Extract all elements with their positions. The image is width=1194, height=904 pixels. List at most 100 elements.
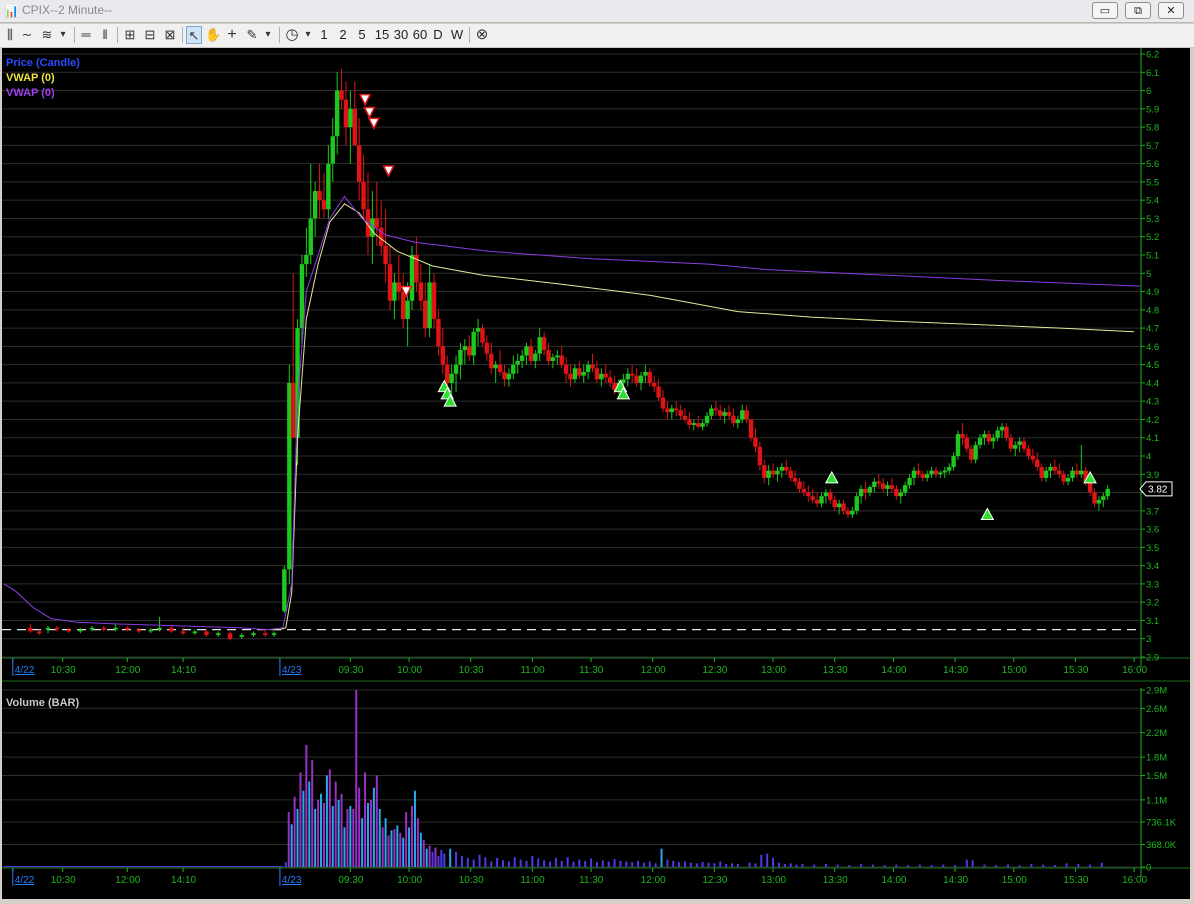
volume-bar (314, 809, 317, 867)
candle-body (1021, 441, 1027, 449)
candle-body (334, 90, 340, 137)
candle-body (748, 419, 754, 438)
candle-body (204, 631, 209, 636)
period-day-button[interactable]: D (432, 26, 444, 44)
volume-bar (848, 865, 851, 867)
candle-body (462, 346, 468, 351)
volume-bar (1042, 864, 1045, 867)
candle-body (251, 633, 256, 636)
restore-button[interactable]: ⧉ (1125, 2, 1151, 19)
price-y-tick-label: 5.1 (1146, 251, 1159, 262)
volume-bar (1030, 863, 1033, 867)
clock-icon[interactable]: ◷ (284, 26, 300, 44)
volume-bar (660, 848, 663, 867)
candle-body (797, 481, 802, 489)
volume-bar (325, 775, 328, 867)
period-1-button[interactable]: 1 (318, 26, 330, 44)
period-30-button[interactable]: 30 (392, 26, 410, 44)
close-chart-icon[interactable]: ⊗ (474, 26, 490, 44)
volume-bar (918, 864, 921, 867)
volume-x-tick-label: 11:00 (520, 875, 545, 886)
volume-bar (748, 862, 751, 867)
price-y-tick-label: 3.7 (1146, 506, 1159, 517)
volume-bar (507, 861, 510, 867)
candle-body (911, 470, 917, 478)
price-x-tick-label: 15:00 (1002, 665, 1027, 676)
price-x-tick-label: 10:30 (51, 665, 76, 676)
last-price-value: 3.82 (1148, 484, 1168, 495)
chart-svg[interactable]: 6.2 6.1 6 5.9 5.8 5.7 5.6 5.5 5.4 5.3 5.2 5.1 5 4.9 4.… (2, 48, 1190, 899)
candle-body (898, 492, 903, 497)
candle-body (449, 373, 454, 383)
candle-body (304, 255, 309, 265)
volume-x-tick-label: 12:30 (702, 875, 727, 886)
title-bar: 📊 CPIX--2 Minute-- ▭ ⧉ ✕ (0, 0, 1194, 23)
zoom-fit-icon[interactable]: ⊠ (162, 26, 178, 44)
candle-body (960, 434, 965, 438)
pointer-icon[interactable]: ↖ (186, 26, 202, 44)
candle-body (180, 631, 186, 634)
volume-bar (707, 862, 710, 867)
candle-body (920, 474, 925, 478)
candle-body (687, 419, 692, 425)
volume-bar (343, 827, 346, 867)
zoom-in-icon[interactable]: ⊞ (122, 26, 138, 44)
candle-body (836, 503, 842, 508)
volume-bar (584, 860, 587, 867)
period-60-button[interactable]: 60 (411, 26, 429, 44)
hand-icon[interactable]: ✋ (205, 26, 221, 44)
candle-body (299, 264, 305, 329)
candle-body (880, 483, 886, 489)
hline-icon[interactable]: ═ (79, 26, 93, 44)
candle-body (312, 191, 318, 219)
pen-icon[interactable]: ✎ (244, 26, 260, 44)
candle-body (784, 466, 789, 471)
toolbar-separator (182, 27, 183, 43)
candle-body (625, 373, 630, 380)
candle-body (889, 485, 895, 489)
period-2-button[interactable]: 2 (337, 26, 349, 44)
volume-bar (355, 690, 358, 867)
volume-bar (349, 805, 352, 867)
candle-body (475, 328, 481, 332)
clock-dropdown-icon[interactable]: ▾ (302, 26, 314, 44)
volume-bar (466, 857, 469, 867)
pen-dropdown-icon[interactable]: ▾ (262, 26, 274, 44)
volume-bar (654, 863, 657, 867)
candle-body (1043, 470, 1049, 478)
chart-area[interactable]: 6.2 6.1 6 5.9 5.8 5.7 5.6 5.5 5.4 5.3 5.2 5.1 5 4.9 4.… (2, 48, 1190, 899)
volume-bar (296, 809, 299, 867)
crosshair-icon[interactable]: + (224, 26, 240, 44)
candle-body (929, 470, 934, 475)
chart-type-icon[interactable]: ⫼ (3, 26, 17, 44)
price-y-tick-label: 5.3 (1146, 214, 1159, 225)
price-y-tick-label: 5.6 (1146, 159, 1159, 170)
candle-body (792, 477, 798, 482)
draw-style-icon[interactable]: ∼ (20, 26, 34, 44)
candle-body (823, 492, 829, 497)
candle-body (1035, 459, 1040, 467)
minimize-button[interactable]: ▭ (1092, 2, 1118, 19)
candle-body (814, 499, 820, 504)
candle-body (660, 397, 666, 409)
price-x-tick-label: 10:00 (397, 665, 422, 676)
volume-bar (601, 860, 604, 867)
candle-body (559, 355, 564, 365)
vline-icon[interactable]: ‖ (98, 26, 112, 44)
candle-body (348, 108, 353, 128)
volume-bar (1053, 865, 1056, 867)
volume-bar (1077, 863, 1080, 867)
legend-volume: Volume (BAR) (6, 697, 79, 709)
zoom-out-icon[interactable]: ⊟ (142, 26, 158, 44)
indicator-icon[interactable]: ≋ (40, 26, 54, 44)
volume-bar (422, 840, 425, 867)
close-button[interactable]: ✕ (1158, 2, 1184, 19)
price-grid (2, 53, 1140, 658)
candle-body (78, 629, 83, 632)
candle-body (396, 282, 402, 292)
period-15-button[interactable]: 15 (373, 26, 391, 44)
candle-body (45, 627, 51, 630)
dropdown-icon[interactable]: ▾ (57, 26, 69, 44)
period-week-button[interactable]: W (450, 26, 464, 44)
period-5-button[interactable]: 5 (356, 26, 368, 44)
